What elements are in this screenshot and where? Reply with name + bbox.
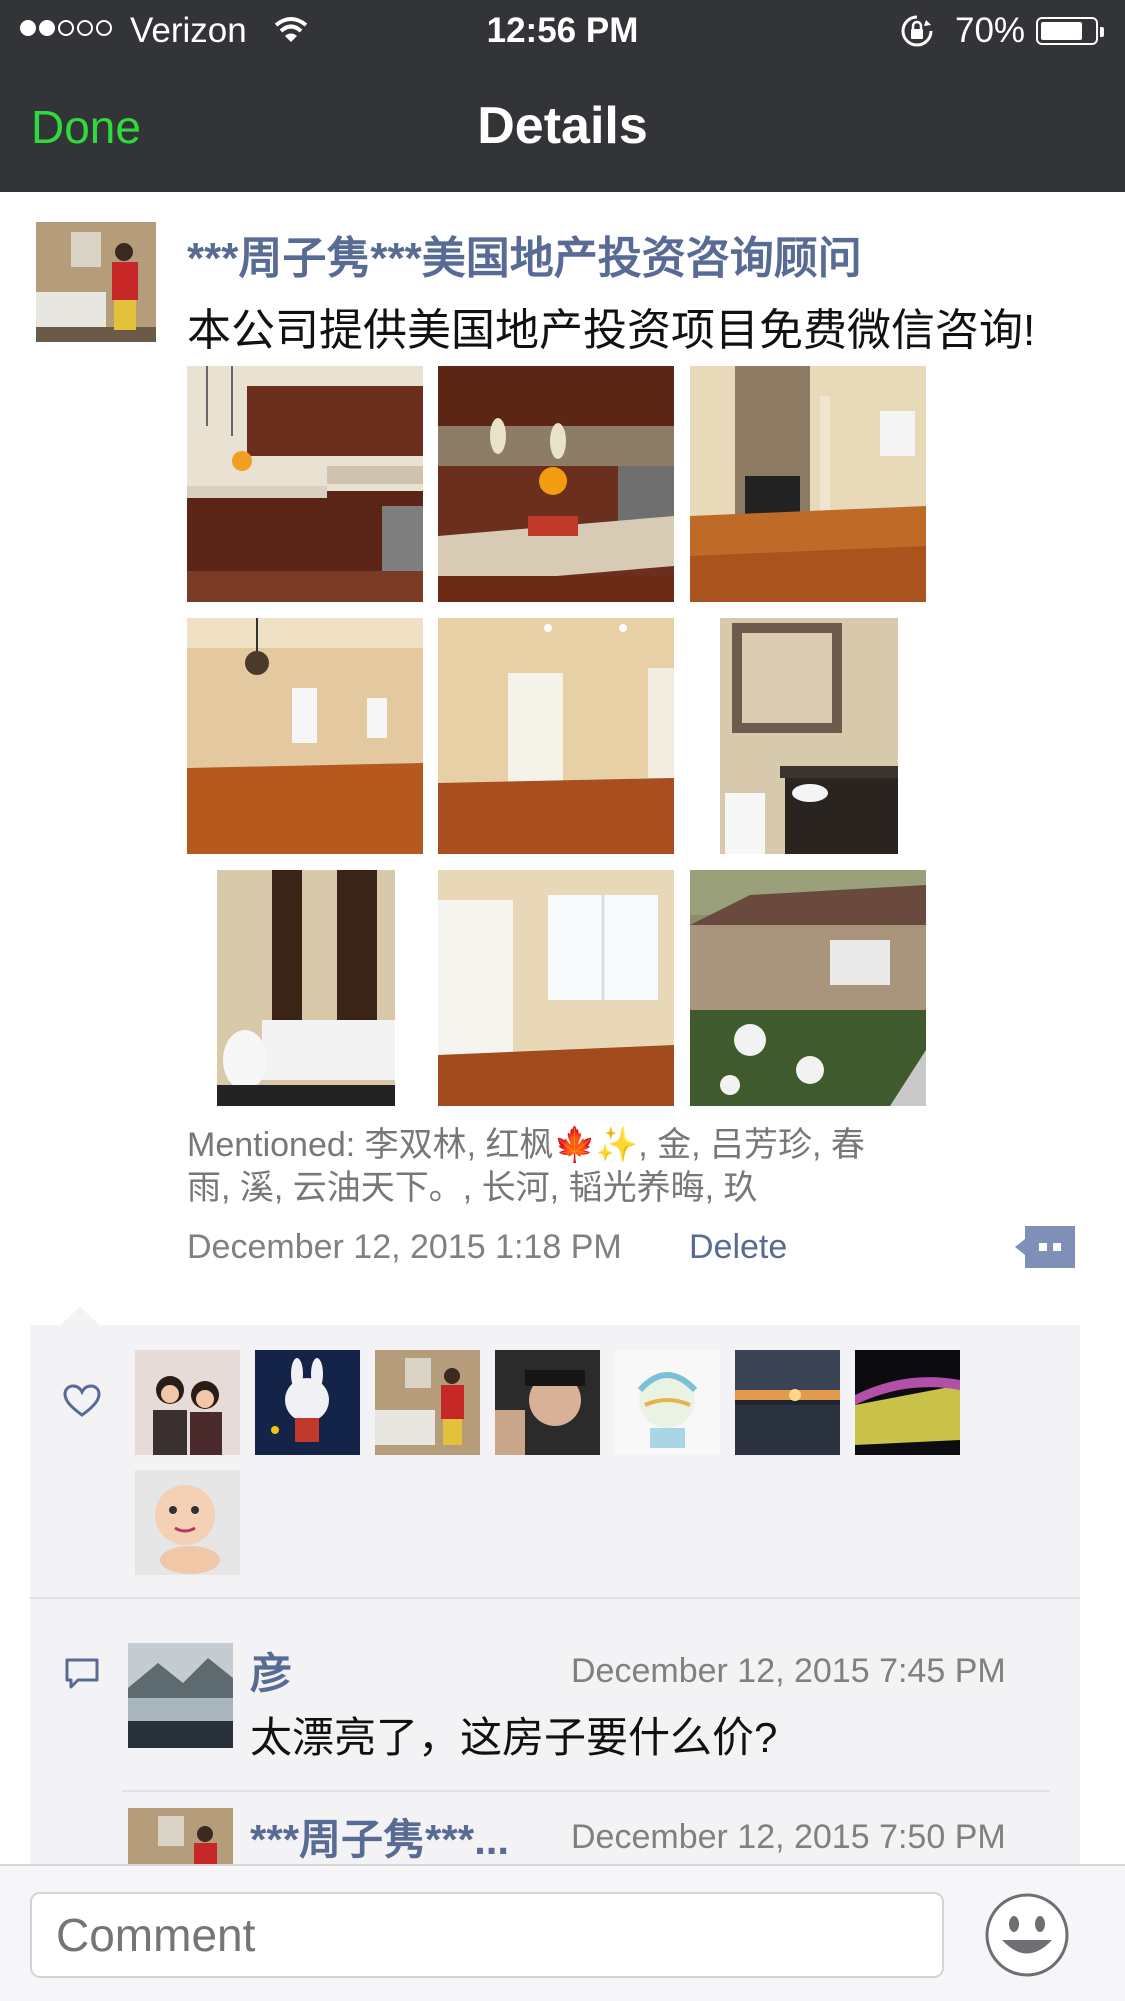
bedroom-window-photo[interactable] (438, 870, 674, 1106)
baby-avatar[interactable] (135, 1470, 240, 1575)
comment-timestamp: December 12, 2015 7:45 PM (571, 1652, 1006, 1690)
bathtub-photo[interactable] (187, 870, 423, 1106)
commenter-avatar[interactable] (128, 1808, 233, 1864)
selfie-avatar[interactable] (495, 1350, 600, 1455)
man-in-bathroom-avatar[interactable] (375, 1350, 480, 1455)
kitchen-photo[interactable] (187, 366, 423, 602)
panel-pointer (60, 1307, 100, 1325)
top-bar: Verizon 12:56 PM 70% Done Details (0, 0, 1125, 192)
likes-divider (30, 1597, 1080, 1599)
post-text: 本公司提供美国地产投资项目免费微信咨询! (187, 306, 1036, 355)
fireplace-living-room-photo[interactable] (690, 366, 926, 602)
comment-bar (0, 1864, 1125, 2001)
post-author-name[interactable]: ***周子隽***美国地产投资咨询顾问 (187, 222, 862, 286)
field-avatar[interactable] (855, 1350, 960, 1455)
rotation-lock-icon (901, 15, 933, 47)
kitchen-island-photo[interactable] (438, 366, 674, 602)
comment-menu-icon[interactable] (1015, 1226, 1075, 1268)
house-exterior-photo[interactable] (690, 870, 926, 1106)
comment-divider (122, 1790, 1050, 1792)
post-timestamp: December 12, 2015 1:18 PM (187, 1228, 622, 1266)
mentioned-line-1: Mentioned: 李双林, 红枫🍁✨, 金, 吕芳珍, 春 (187, 1126, 865, 1164)
couple-avatar[interactable] (135, 1350, 240, 1455)
comment-text: 太漂亮了，这房子要什么价? (250, 1714, 778, 1761)
status-bar: Verizon 12:56 PM 70% (0, 0, 1125, 62)
author-avatar[interactable] (36, 222, 156, 342)
commenter-name[interactable]: 彦 (250, 1640, 292, 1701)
comment-bubble-icon (65, 1658, 99, 1689)
commenter-name[interactable]: ***周子隽***... (250, 1806, 509, 1867)
sunset-avatar[interactable] (735, 1350, 840, 1455)
commenter-avatar[interactable] (128, 1643, 233, 1748)
emoji-icon[interactable] (984, 1892, 1070, 1978)
heart-icon (63, 1384, 101, 1417)
page-title: Details (477, 97, 648, 155)
mentioned-line-2: 雨, 溪, 云油天下。, 长河, 韬光养晦, 玖 (187, 1169, 758, 1207)
battery-percent: 70% (955, 11, 1026, 50)
drawing-avatar[interactable] (615, 1350, 720, 1455)
comment-input[interactable] (30, 1892, 944, 1978)
battery-icon (1036, 17, 1104, 45)
mentioned-list: Mentioned: 李双林, 红枫🍁✨, 金, 吕芳珍, 春 雨, 溪, 云油… (187, 1124, 947, 1210)
bathroom-vanity-photo[interactable] (690, 618, 926, 854)
delete-button[interactable]: Delete (689, 1228, 787, 1267)
comment-timestamp: December 12, 2015 7:50 PM (571, 1818, 1006, 1856)
bedroom-door-photo[interactable] (438, 618, 674, 854)
bunny-avatar[interactable] (255, 1350, 360, 1455)
dining-room-photo[interactable] (187, 618, 423, 854)
